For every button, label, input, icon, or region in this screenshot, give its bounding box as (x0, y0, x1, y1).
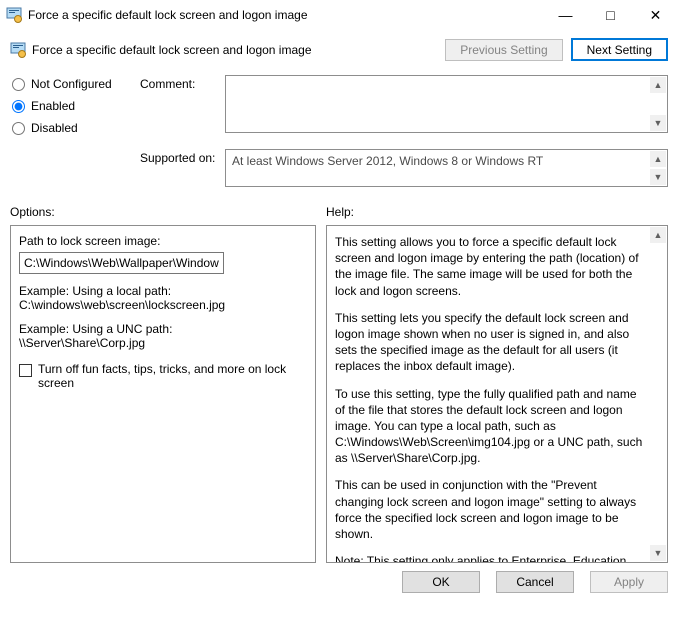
not-configured-radio[interactable] (12, 78, 25, 91)
help-p1: This setting allows you to force a speci… (335, 234, 643, 299)
example-unc-label: Example: Using a UNC path: (19, 322, 307, 336)
minimize-button[interactable]: — (543, 0, 588, 30)
scroll-up-icon[interactable]: ▲ (650, 151, 666, 167)
apply-button[interactable]: Apply (590, 571, 668, 593)
enabled-label: Enabled (31, 99, 75, 113)
supported-on-text: At least Windows Server 2012, Windows 8 … (232, 154, 543, 168)
supported-label: Supported on: (140, 149, 225, 187)
help-p3: To use this setting, type the fully qual… (335, 386, 643, 467)
policy-icon (10, 42, 26, 58)
comment-textarea[interactable]: ▲ ▼ (225, 75, 668, 133)
dialog-footer: OK Cancel Apply (0, 563, 678, 601)
help-heading: Help: (326, 205, 354, 219)
titlebar: Force a specific default lock screen and… (0, 0, 678, 30)
next-setting-button[interactable]: Next Setting (571, 38, 668, 61)
disabled-radio[interactable] (12, 122, 25, 135)
state-radio-group: Not Configured Enabled Disabled (0, 69, 140, 187)
turn-off-fun-facts-checkbox[interactable] (19, 364, 32, 377)
path-input[interactable] (19, 252, 224, 274)
not-configured-label: Not Configured (31, 77, 112, 91)
help-panel: This setting allows you to force a speci… (326, 225, 668, 563)
example-unc-path: \\Server\Share\Corp.jpg (19, 336, 307, 350)
close-button[interactable]: ✕ (633, 0, 678, 30)
turn-off-fun-facts-label: Turn off fun facts, tips, tricks, and mo… (38, 362, 298, 390)
path-label: Path to lock screen image: (19, 234, 307, 248)
ok-button[interactable]: OK (402, 571, 480, 593)
scroll-down-icon[interactable]: ▼ (650, 169, 666, 185)
example-local-label: Example: Using a local path: (19, 284, 307, 298)
cancel-button[interactable]: Cancel (496, 571, 574, 593)
enabled-radio[interactable] (12, 100, 25, 113)
scroll-down-icon[interactable]: ▼ (650, 115, 666, 131)
options-heading: Options: (10, 205, 326, 219)
maximize-button[interactable]: □ (588, 0, 633, 30)
supported-on-box: At least Windows Server 2012, Windows 8 … (225, 149, 668, 187)
comment-label: Comment: (140, 75, 225, 139)
scroll-down-icon[interactable]: ▼ (650, 545, 666, 561)
policy-icon (6, 7, 22, 23)
header-row: Force a specific default lock screen and… (0, 30, 678, 69)
disabled-label: Disabled (31, 121, 78, 135)
previous-setting-button[interactable]: Previous Setting (445, 39, 562, 61)
window-title: Force a specific default lock screen and… (28, 8, 308, 22)
scroll-up-icon[interactable]: ▲ (650, 227, 666, 243)
help-p2: This setting lets you specify the defaul… (335, 310, 643, 375)
help-p4: This can be used in conjunction with the… (335, 477, 643, 542)
policy-name: Force a specific default lock screen and… (32, 43, 312, 57)
options-panel: Path to lock screen image: Example: Usin… (10, 225, 316, 563)
example-local-path: C:\windows\web\screen\lockscreen.jpg (19, 298, 307, 312)
help-p5: Note: This setting only applies to Enter… (335, 553, 643, 563)
scroll-up-icon[interactable]: ▲ (650, 77, 666, 93)
